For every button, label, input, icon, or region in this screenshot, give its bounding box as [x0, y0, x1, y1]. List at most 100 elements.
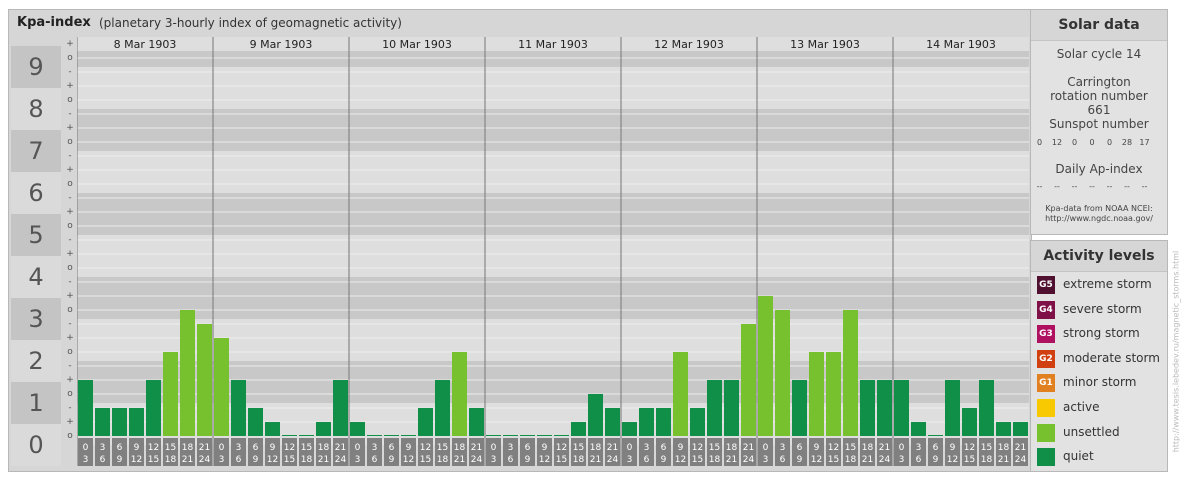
y-subtick: + [66, 417, 74, 427]
chart-subtitle: (planetary 3-hourly index of geomagnetic… [99, 16, 402, 30]
interval-start: 12 [828, 443, 839, 453]
ap-index-value: -- [1071, 182, 1078, 191]
interval-end: 24 [879, 455, 891, 465]
interval-end: 3 [219, 455, 225, 465]
ap-index-value: -- [1106, 182, 1113, 191]
kp-bar [775, 310, 790, 436]
interval-end: 3 [763, 455, 769, 465]
legend-swatch: G5 [1037, 276, 1055, 294]
kpa-plot: 8 Mar 1903 9 Mar 1903 10 Mar 1903 11 Mar 19… [77, 37, 1029, 466]
interval-end: 3 [627, 455, 633, 465]
ap-index-value: -- [1036, 182, 1043, 191]
interval-end: 18 [165, 455, 177, 465]
y-subtick: - [68, 319, 72, 329]
band-6 [77, 151, 1029, 193]
interval-end: 3 [491, 455, 497, 465]
interval-end: 9 [253, 455, 259, 465]
kp-bar [809, 352, 824, 436]
solar-cycle: Solar cycle 14 [1056, 47, 1142, 61]
kp-bar [367, 435, 382, 436]
interval-start: 9 [950, 443, 956, 453]
interval-start: 6 [253, 443, 259, 453]
day-label: 11 Mar 1903 [518, 38, 588, 51]
interval-start: 3 [916, 443, 922, 453]
interval-end: 24 [1015, 455, 1027, 465]
band-7 [77, 109, 1029, 151]
kp-bar [928, 435, 943, 436]
y-subtick: - [68, 151, 72, 161]
sunspot-value: 0 [1071, 138, 1078, 147]
interval-start: 15 [165, 443, 176, 453]
y-subtick: o [67, 95, 73, 105]
interval-start: 0 [491, 443, 497, 453]
y-axis-label-6: 6 [11, 172, 61, 214]
interval-end: 6 [916, 455, 922, 465]
interval-end: 15 [420, 455, 431, 465]
credit-url: http://www.tesis.lebedev.ru/magnetic_sto… [1170, 240, 1182, 470]
kp-bar [673, 352, 688, 436]
legend-label: active [1063, 400, 1100, 414]
interval-start: 18 [862, 443, 874, 453]
interval-start: 6 [661, 443, 667, 453]
kp-bar [962, 407, 977, 436]
sunspot-value: 0 [1106, 138, 1113, 147]
interval-end: 12 [675, 455, 686, 465]
interval-end: 3 [355, 455, 361, 465]
interval-start: 12 [284, 443, 295, 453]
interval-start: 21 [1015, 443, 1026, 453]
interval-end: 15 [148, 455, 159, 465]
interval-start: 3 [100, 443, 106, 453]
kp-bar [843, 310, 858, 436]
interval-start: 9 [542, 443, 548, 453]
y-subtick: o [67, 389, 73, 399]
kp-bar [622, 422, 637, 436]
sunspot-value: 0 [1089, 138, 1095, 147]
interval-end: 18 [981, 455, 993, 465]
legend-item: G1 minor storm [1037, 372, 1165, 394]
interval-end: 24 [743, 455, 755, 465]
interval-end: 15 [284, 455, 295, 465]
interval-end: 12 [267, 455, 278, 465]
data-source-line1: Kpa-data from NOAA NCEI: [1045, 204, 1153, 213]
y-subtick: + [66, 375, 74, 385]
interval-start: 15 [981, 443, 992, 453]
interval-start: 6 [389, 443, 395, 453]
interval-start: 6 [117, 443, 123, 453]
y-subtick: - [68, 403, 72, 413]
kp-bar [877, 380, 892, 436]
interval-end: 21 [862, 455, 873, 465]
sunspot-label: Sunspot number [1049, 117, 1149, 131]
solar-data-title: Solar data [1031, 10, 1167, 41]
interval-end: 3 [83, 455, 89, 465]
interval-end: 18 [301, 455, 313, 465]
kp-bar [605, 407, 620, 436]
interval-end: 6 [100, 455, 106, 465]
band-5 [77, 193, 1029, 235]
kp-bar [537, 435, 552, 436]
legend-item: G4 severe storm [1037, 299, 1165, 321]
interval-end: 9 [389, 455, 395, 465]
kp-bar [214, 338, 229, 436]
sunspot-value: 28 [1121, 138, 1133, 147]
y-axis-label-8: 8 [11, 88, 61, 130]
y-axis-label-3: 3 [11, 298, 61, 340]
kp-bar [129, 407, 144, 436]
legend-swatch [1037, 423, 1055, 442]
interval-end: 24 [335, 455, 347, 465]
interval-end: 6 [644, 455, 650, 465]
interval-start: 12 [964, 443, 975, 453]
legend-item: G2 moderate storm [1037, 348, 1165, 370]
legend-label: quiet [1063, 449, 1094, 464]
interval-start: 12 [556, 443, 567, 453]
interval-start: 3 [780, 443, 786, 453]
interval-start: 18 [318, 443, 330, 453]
credit-text: http://www.tesis.lebedev.ru/magnetic_sto… [1171, 250, 1181, 453]
interval-start: 3 [372, 443, 378, 453]
interval-start: 3 [644, 443, 650, 453]
sunspot-value: 17 [1139, 138, 1150, 147]
interval-end: 24 [607, 455, 619, 465]
kp-bar [265, 422, 280, 436]
y-axis-label-4: 4 [11, 256, 61, 298]
interval-start: 3 [236, 443, 242, 453]
kp-bar [520, 435, 535, 436]
